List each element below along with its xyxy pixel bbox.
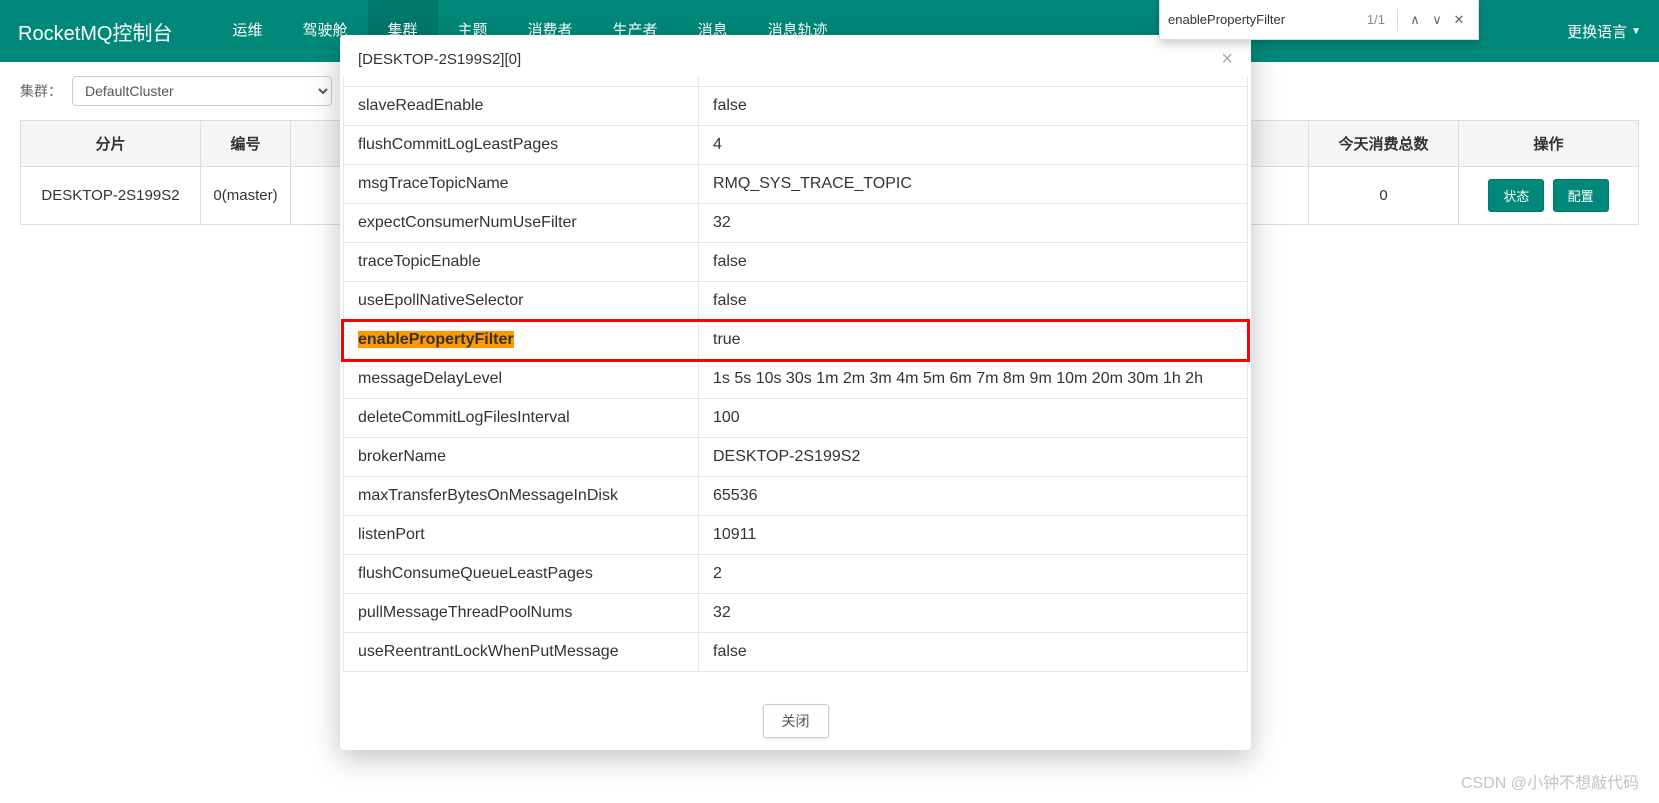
config-value: false (699, 282, 1247, 320)
config-key: expectConsumerNumUseFilter (344, 204, 699, 242)
navbar-brand: RocketMQ控制台 (18, 17, 172, 46)
config-key: cleanFileForciblyEnable (344, 77, 699, 86)
browser-find-bar: enablePropertyFilter 1/1 ∧ ∨ ✕ (1159, 0, 1479, 40)
config-key: listenPort (344, 516, 699, 554)
config-value: 2 (699, 555, 1247, 593)
config-value: false (699, 633, 1247, 671)
col-ops: 操作 (1459, 121, 1639, 167)
find-next-icon[interactable]: ∨ (1426, 12, 1448, 28)
config-row: msgTraceTopicNameRMQ_SYS_TRACE_TOPIC (343, 165, 1248, 204)
config-row: flushConsumeQueueLeastPages2 (343, 555, 1248, 594)
config-value: 65536 (699, 477, 1247, 515)
modal-body[interactable]: cleanFileForciblyEnabletrueslaveReadEnab… (340, 77, 1251, 694)
config-value: 10911 (699, 516, 1247, 554)
config-value: 32 (699, 204, 1247, 242)
modal-title: [DESKTOP-2S199S2][0] (358, 51, 521, 68)
col-consume: 今天消费总数 (1309, 121, 1459, 167)
config-value: true (699, 77, 1247, 86)
config-row: maxTransferBytesOnMessageInDisk65536 (343, 477, 1248, 516)
config-key: useEpollNativeSelector (344, 282, 699, 320)
watermark: CSDN @小钟不想敲代码 (1461, 769, 1639, 793)
config-key: deleteCommitLogFilesInterval (344, 399, 699, 437)
config-row: expectConsumerNumUseFilter32 (343, 204, 1248, 243)
config-key: msgTraceTopicName (344, 165, 699, 203)
config-row: pullMessageThreadPoolNums32 (343, 594, 1248, 633)
config-key: maxTransferBytesOnMessageInDisk (344, 477, 699, 515)
caret-down-icon: ▼ (1631, 26, 1641, 37)
close-icon[interactable]: × (1221, 49, 1233, 69)
config-key: slaveReadEnable (344, 87, 699, 125)
config-value: 100 (699, 399, 1247, 437)
config-key: flushCommitLogLeastPages (344, 126, 699, 164)
config-key: useReentrantLockWhenPutMessage (344, 633, 699, 671)
find-input[interactable]: enablePropertyFilter (1168, 12, 1361, 27)
config-row: messageDelayLevel1s 5s 10s 30s 1m 2m 3m … (343, 360, 1248, 399)
close-button[interactable]: 关闭 (763, 704, 829, 738)
config-value: RMQ_SYS_TRACE_TOPIC (699, 165, 1247, 203)
config-key: pullMessageThreadPoolNums (344, 594, 699, 632)
find-close-icon[interactable]: ✕ (1448, 12, 1470, 28)
find-count: 1/1 (1367, 12, 1385, 27)
find-separator (1397, 9, 1398, 31)
config-modal: [DESKTOP-2S199S2][0] × cleanFileForcibly… (340, 35, 1251, 750)
find-prev-icon[interactable]: ∧ (1404, 12, 1426, 28)
config-row: slaveReadEnablefalse (343, 87, 1248, 126)
config-row: listenPort10911 (343, 516, 1248, 555)
config-row: brokerNameDESKTOP-2S199S2 (343, 438, 1248, 477)
cell-consume: 0 (1309, 167, 1459, 225)
config-row: useEpollNativeSelectorfalse (343, 282, 1248, 321)
config-key: flushConsumeQueueLeastPages (344, 555, 699, 593)
config-button[interactable]: 配置 (1553, 179, 1609, 212)
config-value: false (699, 87, 1247, 125)
config-row: deleteCommitLogFilesInterval100 (343, 399, 1248, 438)
config-value: true (699, 321, 1247, 359)
config-value: 32 (699, 594, 1247, 632)
config-row: enablePropertyFiltertrue (343, 321, 1248, 360)
cluster-filter-label: 集群： (20, 81, 62, 101)
cluster-select[interactable]: DefaultCluster (72, 76, 332, 106)
config-row: useReentrantLockWhenPutMessagefalse (343, 633, 1248, 672)
config-key: traceTopicEnable (344, 243, 699, 281)
cell-id: 0(master) (201, 167, 291, 225)
col-shard: 分片 (21, 121, 201, 167)
config-row: traceTopicEnablefalse (343, 243, 1248, 282)
cell-ops: 状态 配置 (1459, 167, 1639, 225)
language-switcher[interactable]: 更换语言 ▼ (1567, 21, 1641, 42)
status-button[interactable]: 状态 (1488, 179, 1544, 212)
config-value: DESKTOP-2S199S2 (699, 438, 1247, 476)
nav-item-0[interactable]: 运维 (212, 0, 282, 62)
config-key: messageDelayLevel (344, 360, 699, 398)
config-row: cleanFileForciblyEnabletrue (343, 77, 1248, 87)
config-key: brokerName (344, 438, 699, 476)
cell-shard: DESKTOP-2S199S2 (21, 167, 201, 225)
modal-header: [DESKTOP-2S199S2][0] × (340, 35, 1251, 77)
config-row: flushCommitLogLeastPages4 (343, 126, 1248, 165)
col-id: 编号 (201, 121, 291, 167)
config-value: 1s 5s 10s 30s 1m 2m 3m 4m 5m 6m 7m 8m 9m… (699, 360, 1247, 398)
modal-footer: 关闭 (340, 694, 1251, 750)
config-value: 4 (699, 126, 1247, 164)
config-value: false (699, 243, 1247, 281)
config-key: enablePropertyFilter (344, 321, 699, 359)
language-label: 更换语言 (1567, 21, 1627, 42)
